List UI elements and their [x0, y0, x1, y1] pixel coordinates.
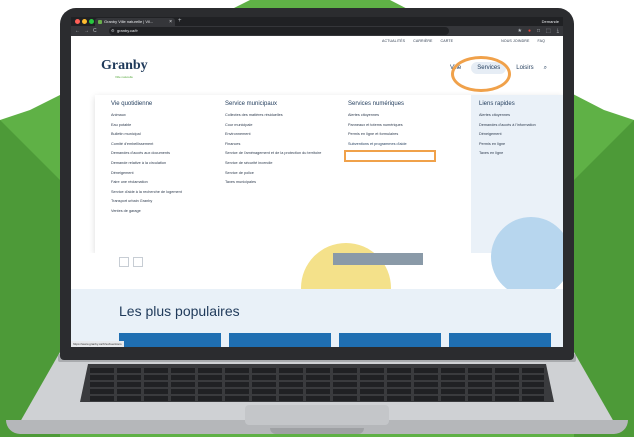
menu-link[interactable]: Demande relative à la circulation [111, 161, 231, 166]
browser-address-bar: ← → C ⚙ granby.ca/fr ★ ● □ ⬚ ⤓ [71, 26, 563, 36]
quick-link[interactable]: Taxes en ligne [479, 151, 563, 156]
menu-link[interactable]: Environnement [225, 132, 335, 137]
extension-icon[interactable]: ● [528, 27, 531, 35]
carousel-next-button[interactable] [133, 257, 143, 267]
menu-link[interactable]: Collectes des matières résiduelles [225, 113, 335, 118]
hero-photo [333, 253, 423, 265]
menu-link-subventions[interactable]: Subventions et programmes d'aide [348, 142, 458, 147]
keyboard-row [90, 396, 544, 401]
menu-link[interactable]: Service d'aide à la recherche de logemen… [111, 190, 231, 195]
popular-card[interactable] [449, 333, 551, 347]
forward-icon[interactable]: → [84, 27, 89, 35]
utility-link-carriere[interactable]: CARRIÈRE [413, 39, 432, 43]
column-title: Vie quotidienne [111, 101, 153, 107]
status-bar-url: https://www.granby.ca/fr/subventions [71, 341, 124, 347]
menu-link[interactable]: Alertes citoyennes [348, 113, 458, 118]
site-header: Granby Ville naturelle Ville Services Lo… [71, 46, 563, 93]
window-controls [75, 19, 94, 24]
laptop-trackpad [245, 405, 389, 425]
decorative-blue-circle [491, 217, 563, 297]
quick-link[interactable]: Permis en ligne [479, 142, 563, 147]
url-field[interactable]: ⚙ granby.ca/fr [109, 27, 449, 35]
site-info-icon[interactable]: ⚙ [111, 27, 115, 35]
new-tab-button[interactable]: + [178, 17, 182, 26]
close-window-icon[interactable] [75, 19, 80, 24]
menu-link[interactable]: Transport urbain Granby [111, 199, 231, 204]
browser-tab[interactable]: Granby Ville naturelle | Vil... × [95, 18, 175, 26]
menu-link[interactable]: Demandes d'accès aux documents [111, 151, 231, 156]
quick-link[interactable]: Alertes citoyennes [479, 113, 563, 118]
nav-loisirs[interactable]: Loisirs [516, 65, 533, 71]
utility-nav: ACTUALITÉS CARRIÈRE CARTE NOUS JOINDRE F… [71, 36, 563, 46]
popular-title: Les plus populaires [119, 303, 240, 319]
menu-link[interactable]: Service de police [225, 171, 335, 176]
menu-link[interactable]: Panneaux et totems numériques [348, 123, 458, 128]
menu-column-vie-quotidienne: Vie quotidienne Animaux Eau potable Bull… [111, 101, 231, 219]
browser-tab-bar: Granby Ville naturelle | Vil... × + Dema… [71, 17, 563, 26]
menu-column-services-numeriques: Services numériques Alertes citoyennes P… [348, 101, 458, 151]
laptop-screen: Granby Ville naturelle | Vil... × + Dema… [71, 17, 563, 347]
popular-section: Les plus populaires [71, 289, 563, 347]
popular-cards [119, 333, 551, 347]
keyboard-row [90, 375, 544, 380]
download-icon[interactable]: ⤓ [557, 27, 559, 35]
keyboard-row [90, 389, 544, 394]
carousel-prev-button[interactable] [119, 257, 129, 267]
back-icon[interactable]: ← [75, 27, 80, 35]
url-text: granby.ca/fr [117, 28, 138, 33]
menu-link[interactable]: Finances [225, 142, 335, 147]
minimize-window-icon[interactable] [82, 19, 87, 24]
utility-link-faq[interactable]: FAQ [538, 39, 546, 43]
menu-link[interactable]: Déneigement [111, 171, 231, 176]
menu-link[interactable]: Bulletin municipal [111, 132, 231, 137]
bookmark-star-icon[interactable]: ★ [518, 27, 522, 35]
utility-link-carte[interactable]: CARTE [441, 39, 454, 43]
subventions-highlight-box [344, 150, 436, 162]
column-title: Service municipaux [225, 101, 278, 107]
menu-link[interactable]: Cour municipale [225, 123, 335, 128]
services-mega-menu: Vie quotidienne Animaux Eau potable Bull… [95, 95, 563, 253]
granby-logo[interactable]: Granby [101, 58, 148, 74]
menu-link[interactable]: Animaux [111, 113, 231, 118]
favicon-icon [98, 20, 102, 24]
column-title: Liens rapides [479, 101, 515, 107]
column-title: Services numériques [348, 101, 405, 107]
services-highlight-circle [451, 56, 511, 92]
search-icon[interactable]: ⌕ [544, 65, 547, 72]
menu-column-service-municipaux: Service municipaux Collectes des matière… [225, 101, 335, 190]
menu-link[interactable]: Ventes de garage [111, 209, 231, 214]
maximize-window-icon[interactable] [89, 19, 94, 24]
tab-title: Granby Ville naturelle | Vil... [104, 19, 154, 24]
popular-card[interactable] [119, 333, 221, 347]
popular-card[interactable] [229, 333, 331, 347]
extensions-puzzle-icon[interactable]: □ [537, 27, 540, 35]
profile-demander-button[interactable]: Demande [542, 17, 559, 26]
keyboard-row [90, 382, 544, 387]
menu-link[interactable]: Comité d'embellissement [111, 142, 231, 147]
menu-link[interactable]: Taxes municipales [225, 180, 335, 185]
menu-link[interactable]: Service de l'aménagement et de la protec… [225, 151, 335, 156]
menu-link[interactable]: Eau potable [111, 123, 231, 128]
laptop-notch [270, 428, 364, 434]
logo-tagline: Ville naturelle [115, 75, 133, 79]
keyboard-row [90, 368, 544, 373]
sidebar-icon[interactable]: ⬚ [546, 27, 551, 35]
quick-link[interactable]: Déneigement [479, 132, 563, 137]
menu-link[interactable]: Service de sécurité incendie [225, 161, 335, 166]
quick-link[interactable]: Demandes d'accès à l'information [479, 123, 563, 128]
reload-icon[interactable]: C [93, 27, 97, 35]
close-tab-icon[interactable]: × [169, 18, 172, 26]
utility-link-actualites[interactable]: ACTUALITÉS [382, 39, 405, 43]
utility-link-nous-joindre[interactable]: NOUS JOINDRE [501, 39, 529, 43]
menu-link[interactable]: Permis en ligne et formulaires [348, 132, 458, 137]
popular-card[interactable] [339, 333, 441, 347]
menu-link[interactable]: Faire une réclamation [111, 180, 231, 185]
